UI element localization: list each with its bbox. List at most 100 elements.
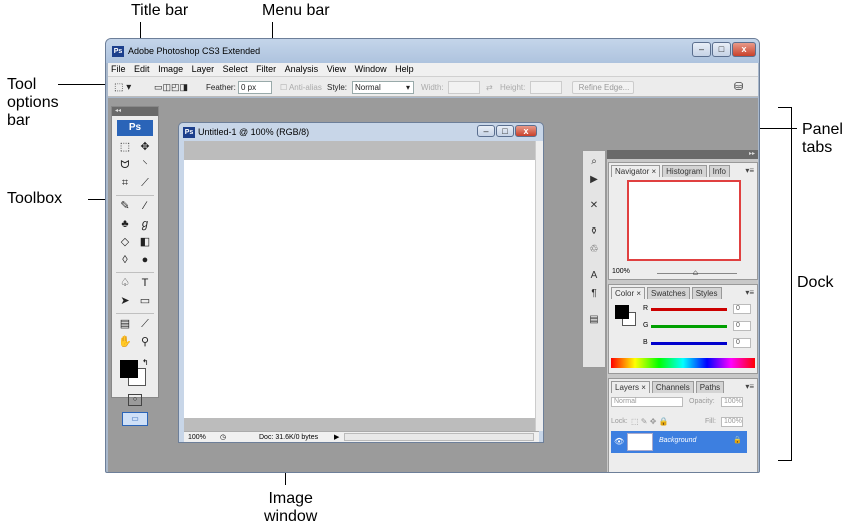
layer-comps-icon[interactable]: ▤	[586, 313, 602, 327]
pen-tool-icon[interactable]: ♤	[117, 275, 133, 291]
actions-panel-icon[interactable]: ▶	[586, 173, 602, 187]
layer-row-background[interactable]: 👁 Background 🔒	[611, 431, 747, 453]
notes-tool-icon[interactable]: ▤	[117, 316, 133, 332]
horizontal-scrollbar[interactable]	[344, 433, 534, 441]
crop-tool-icon[interactable]: ⌗	[117, 175, 133, 191]
tab-color[interactable]: Color ×	[611, 287, 646, 299]
color-ramp[interactable]	[611, 358, 755, 368]
style-select[interactable]: Normal ▾	[352, 81, 414, 94]
tab-swatches[interactable]: Swatches	[647, 287, 690, 299]
tab-layers[interactable]: Layers ×	[611, 381, 650, 393]
blend-mode-select[interactable]: Normal	[611, 397, 683, 407]
navigator-zoom[interactable]: 100%	[612, 268, 630, 275]
path-selection-icon[interactable]: ➤	[117, 293, 133, 309]
menu-filter[interactable]: Filter	[253, 63, 279, 76]
selection-mode-icons[interactable]: ▭◫◰◨	[154, 81, 188, 94]
zoom-level[interactable]: 100%	[188, 432, 206, 443]
channel-r-slider[interactable]	[651, 308, 727, 311]
menu-edit[interactable]: Edit	[131, 63, 153, 76]
menu-layer[interactable]: Layer	[189, 63, 218, 76]
toolbox-collapse-icon[interactable]: ◂◂	[112, 107, 158, 116]
shape-tool-icon[interactable]: ▭	[137, 293, 153, 309]
history-brush-icon[interactable]: ℊ	[137, 216, 153, 232]
panel-menu-icon[interactable]: ▾≡	[745, 288, 754, 297]
clone-stamp-icon[interactable]: ♣	[117, 216, 133, 232]
clone-source-icon[interactable]: ♲	[586, 243, 602, 257]
eyedropper-tool-icon[interactable]: ⟋	[137, 316, 153, 332]
slider-handle-icon[interactable]: ⌂	[693, 268, 698, 277]
opacity-input[interactable]: 100%	[721, 397, 743, 407]
zoom-tool-icon[interactable]: ⚲	[137, 334, 153, 350]
feather-input[interactable]: 0 px	[238, 81, 272, 94]
menu-select[interactable]: Select	[220, 63, 251, 76]
vertical-scrollbar[interactable]	[535, 141, 543, 431]
doc-minimize-button[interactable]: –	[477, 125, 495, 137]
eye-icon[interactable]: 👁	[614, 437, 624, 446]
canvas[interactable]	[184, 160, 537, 418]
fill-input[interactable]: 100%	[721, 417, 743, 427]
tab-histogram[interactable]: Histogram	[662, 165, 707, 177]
channel-b-input[interactable]: 0	[733, 338, 751, 348]
menu-window[interactable]: Window	[352, 63, 390, 76]
tab-info[interactable]: Info	[708, 165, 730, 177]
menu-file[interactable]: File	[108, 63, 129, 76]
lock-icons[interactable]: ⬚ ✎ ✥ 🔒	[631, 417, 669, 426]
height-input[interactable]	[530, 81, 562, 94]
minimize-button[interactable]: –	[692, 42, 711, 57]
image-window-title-bar[interactable]: Ps Untitled-1 @ 100% (RGB/8) – □ x	[179, 123, 543, 141]
dodge-tool-icon[interactable]: ●	[137, 252, 153, 268]
brushes-panel-icon[interactable]: ⚱	[586, 225, 602, 239]
character-panel-icon[interactable]: A	[586, 269, 602, 283]
blur-tool-icon[interactable]: ◊	[117, 252, 133, 268]
lasso-tool-icon[interactable]: ᗢ	[117, 157, 133, 173]
dock-collapse-icon[interactable]: ▸▸	[607, 150, 758, 159]
menu-image[interactable]: Image	[155, 63, 186, 76]
swap-colors-icon[interactable]: ↰	[142, 358, 149, 367]
doc-close-button[interactable]: x	[515, 125, 537, 137]
info-icon[interactable]: ◷	[220, 432, 226, 443]
channel-g-input[interactable]: 0	[733, 321, 751, 331]
doc-maximize-button[interactable]: □	[496, 125, 514, 137]
healing-brush-icon[interactable]: ✎	[117, 198, 133, 214]
brush-tool-icon[interactable]: ∕	[137, 198, 153, 214]
eraser-tool-icon[interactable]: ◇	[117, 234, 133, 250]
title-bar[interactable]: Ps Adobe Photoshop CS3 Extended – □ x	[106, 39, 759, 63]
screen-mode-icon[interactable]: ▭	[122, 412, 148, 426]
tab-navigator[interactable]: Navigator ×	[611, 165, 661, 177]
move-tool-icon[interactable]: ✥	[137, 139, 153, 155]
photoshop-app-icon[interactable]: Ps	[112, 46, 124, 57]
menu-help[interactable]: Help	[392, 63, 417, 76]
workspace-icon[interactable]: ⛁	[734, 81, 743, 94]
width-input[interactable]	[448, 81, 480, 94]
history-panel-icon[interactable]: ⌕	[586, 155, 602, 169]
status-menu-arrow-icon[interactable]: ▶	[334, 432, 339, 443]
panel-menu-icon[interactable]: ▾≡	[745, 382, 754, 391]
color-swatches[interactable]: ↰	[112, 358, 158, 394]
quick-selection-tool-icon[interactable]: ⸌	[137, 157, 153, 173]
gradient-tool-icon[interactable]: ◧	[137, 234, 153, 250]
channel-b-slider[interactable]	[651, 342, 727, 345]
layer-name[interactable]: Background	[659, 437, 696, 444]
navigator-preview[interactable]	[627, 180, 741, 261]
antialias-checkbox[interactable]: ☐ Anti-alias	[280, 81, 322, 94]
tool-presets-icon[interactable]: ✕	[586, 199, 602, 213]
slice-tool-icon[interactable]: ⟋	[137, 175, 153, 191]
quick-mask-icon[interactable]: ○	[128, 394, 142, 406]
marquee-tool-icon[interactable]: ⬚	[117, 139, 133, 155]
panel-menu-icon[interactable]: ▾≡	[745, 166, 754, 175]
tab-channels[interactable]: Channels	[651, 381, 694, 393]
menu-view[interactable]: View	[324, 63, 349, 76]
close-button[interactable]: x	[732, 42, 756, 57]
maximize-button[interactable]: □	[712, 42, 731, 57]
marquee-preset-icon[interactable]: ⬚ ▾	[114, 81, 131, 94]
hand-tool-icon[interactable]: ✋	[117, 334, 133, 350]
paragraph-panel-icon[interactable]: ¶	[586, 287, 602, 301]
menu-analysis[interactable]: Analysis	[282, 63, 322, 76]
type-tool-icon[interactable]: T	[137, 275, 153, 291]
tab-styles[interactable]: Styles	[691, 287, 722, 299]
channel-r-input[interactable]: 0	[733, 304, 751, 314]
channel-g-slider[interactable]	[651, 325, 727, 328]
tab-paths[interactable]: Paths	[695, 381, 725, 393]
refine-edge-button[interactable]: Refine Edge...	[572, 81, 634, 94]
swap-icon[interactable]: ⇄	[486, 81, 493, 94]
